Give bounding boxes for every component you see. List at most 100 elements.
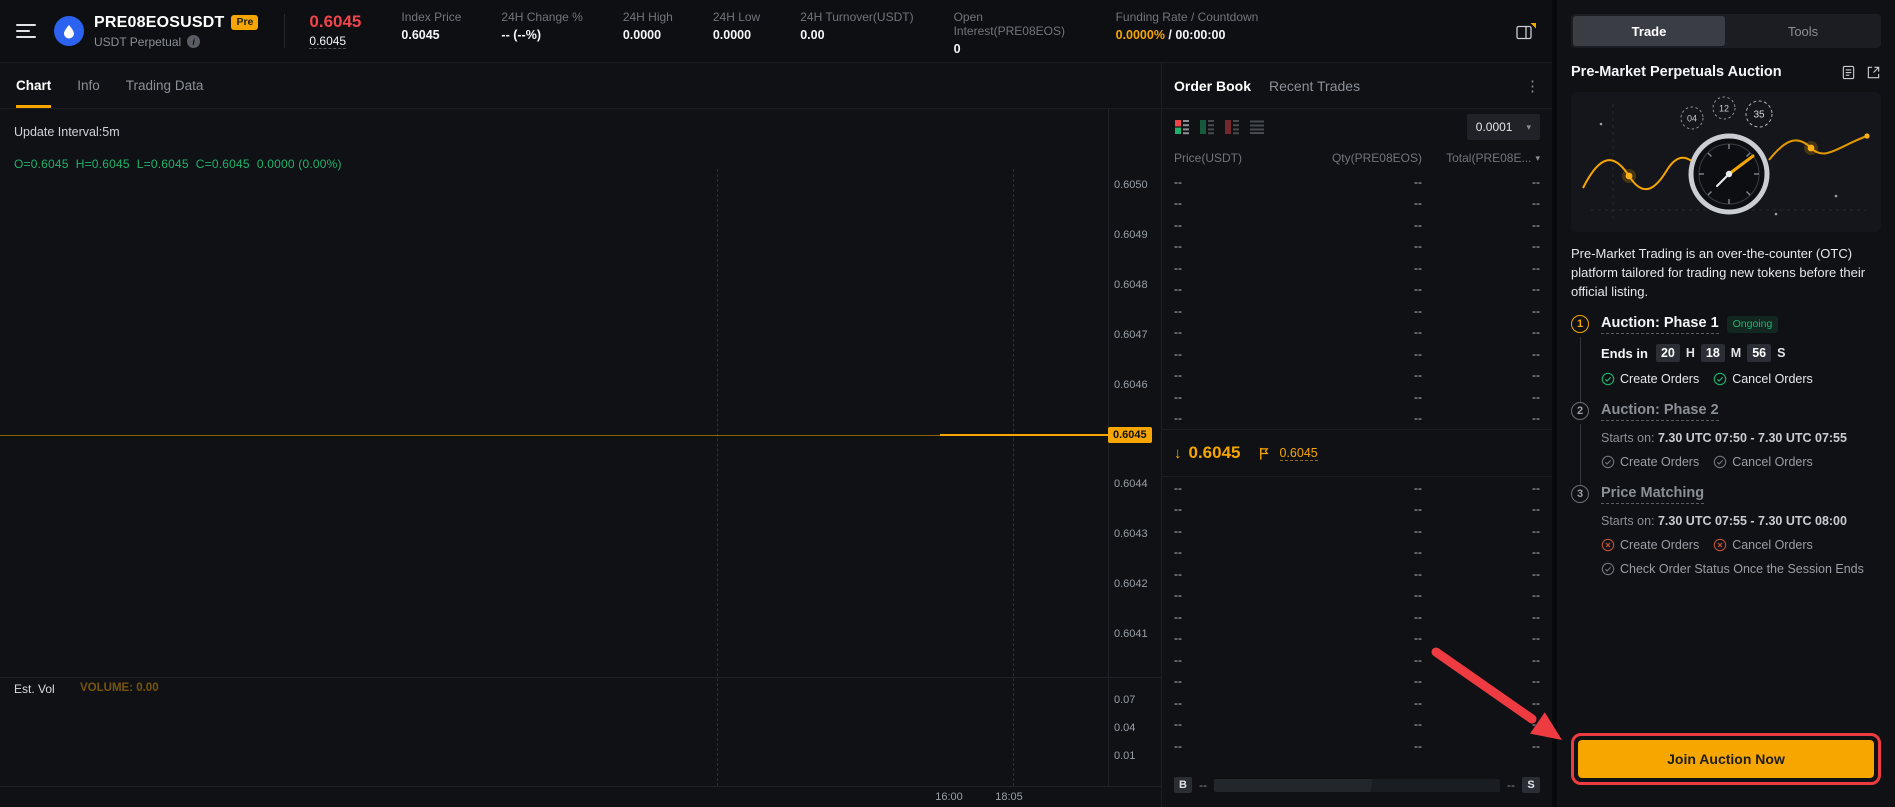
countdown: Ends in 20 H 18 M 56 S [1601,344,1881,362]
bid-row[interactable]: ------ [1162,499,1552,521]
col-total[interactable]: Total(PRE08E...▾ [1422,151,1540,165]
bid-row[interactable]: ------ [1162,520,1552,542]
step-phase-1: 1 Auction: Phase 1 Ongoing Ends in 20 H … [1571,315,1881,402]
stat-open-interest: Open Interest(PRE08EOS) 0 [954,8,1076,54]
ob-cell: -- [1422,567,1540,581]
ask-row[interactable]: ------ [1162,408,1552,430]
orderbook-columns: Price(USDT) Qty(PRE08EOS) Total(PRE08E..… [1162,145,1552,171]
ob-cell: -- [1422,304,1540,318]
bid-row[interactable]: ------ [1162,477,1552,499]
step-title[interactable]: Price Matching [1601,485,1704,504]
bid-row[interactable]: ------ [1162,542,1552,564]
flag-price[interactable]: 0.6045 [1280,446,1318,461]
tab-chart[interactable]: Chart [16,63,51,108]
ob-cell: -- [1422,261,1540,275]
ob-cell: -- [1312,502,1422,516]
ob-cell: -- [1312,545,1422,559]
ask-row[interactable]: ------ [1162,171,1552,193]
more-options-icon[interactable]: ⋮ [1525,77,1540,95]
tab-order-book[interactable]: Order Book [1174,78,1251,94]
ob-cell: -- [1422,610,1540,624]
volume-value: VOLUME: 0.00 [80,682,159,694]
ask-row[interactable]: ------ [1162,193,1552,215]
ask-row[interactable]: ------ [1162,386,1552,408]
bid-row[interactable]: ------ [1162,714,1552,736]
chart-panel: Chart Info Trading Data Update Interval:… [0,63,1162,807]
panel-tabs: Trade Tools [1571,14,1881,48]
ob-cell: -- [1422,282,1540,296]
sell-total: -- [1507,778,1515,792]
banner-badge: 12 [1719,104,1729,114]
x-circle-icon [1713,538,1727,552]
ob-cell: -- [1422,390,1540,404]
price-axis-border [1108,109,1109,786]
step-title[interactable]: Auction: Phase 2 [1601,402,1719,421]
tab-trade[interactable]: Trade [1573,16,1725,46]
chart-plot[interactable]: Update Interval:5m O=0.6045 H=0.6045 L=0… [0,109,1161,807]
view-both-icon[interactable] [1174,119,1190,135]
bid-row[interactable]: ------ [1162,692,1552,714]
symbol-name[interactable]: PRE08EOSUSDT [94,14,224,32]
view-bids-icon[interactable] [1199,119,1215,135]
symbol-block: PRE08EOSUSDT Pre USDT Perpetual i [94,14,258,49]
ask-row[interactable]: ------ [1162,214,1552,236]
menu-icon[interactable] [16,24,36,38]
flag-icon[interactable] [1258,447,1271,460]
ask-row[interactable]: ------ [1162,236,1552,258]
tab-recent-trades[interactable]: Recent Trades [1269,78,1360,94]
countdown-hours: 20 [1656,344,1680,362]
axis-label: 0.01 [1114,750,1160,762]
info-icon[interactable]: i [187,35,200,48]
tab-trading-data[interactable]: Trading Data [126,63,204,108]
bid-row[interactable]: ------ [1162,735,1552,757]
buy-sell-ratio-bar[interactable] [1214,779,1500,792]
ob-cell: -- [1174,567,1312,581]
ask-row[interactable]: ------ [1162,300,1552,322]
ask-row[interactable]: ------ [1162,257,1552,279]
ob-cell: -- [1174,282,1312,296]
ask-row[interactable]: ------ [1162,365,1552,387]
bid-row[interactable]: ------ [1162,628,1552,650]
bid-row[interactable]: ------ [1162,585,1552,607]
time-axis-label: 18:05 [987,791,1031,803]
layout-panel-icon[interactable] [1516,23,1536,40]
perm-cancel-orders: Cancel Orders [1713,372,1813,386]
ask-row[interactable]: ------ [1162,279,1552,301]
bid-row[interactable]: ------ [1162,649,1552,671]
last-price: 0.6045 [309,13,361,31]
perm-create-orders: Create Orders [1601,538,1699,552]
divider [284,14,285,48]
axis-label: 0.6046 [1114,379,1160,391]
step-title[interactable]: Auction: Phase 1 [1601,315,1719,334]
view-asks-icon[interactable] [1224,119,1240,135]
ask-row[interactable]: ------ [1162,343,1552,365]
tab-info[interactable]: Info [77,63,100,108]
current-price-tag: 0.6045 [1108,427,1152,443]
x-circle-icon [1601,538,1615,552]
ob-cell: -- [1174,304,1312,318]
ob-cell: -- [1174,481,1312,495]
document-icon[interactable] [1841,65,1856,80]
panel-title: Pre-Market Perpetuals Auction [1571,64,1782,80]
external-link-icon[interactable] [1866,65,1881,80]
ob-cell: -- [1174,739,1312,753]
ob-cell: -- [1312,567,1422,581]
sell-badge: S [1522,777,1540,793]
orderbook-last-price[interactable]: 0.6045 [1189,443,1241,463]
bid-row[interactable]: ------ [1162,671,1552,693]
view-list-icon[interactable] [1249,119,1265,135]
price-down-icon: ↓ [1174,445,1182,462]
bid-row[interactable]: ------ [1162,606,1552,628]
est-vol-label: Est. Vol [14,682,55,696]
tab-tools[interactable]: Tools [1727,16,1879,46]
stat-24h-turnover: 24H Turnover(USDT) 0.00 [800,8,913,54]
tick-size-select[interactable]: 0.0001 ▾ [1467,114,1540,140]
phase2-time: 7.30 UTC 07:50 - 7.30 UTC 07:55 [1658,431,1847,445]
ask-row[interactable]: ------ [1162,322,1552,344]
app: PRE08EOSUSDT Pre USDT Perpetual i 0.6045… [0,0,1895,807]
countdown-minutes: 18 [1701,344,1725,362]
axis-label: 0.6050 [1114,179,1160,191]
bid-row[interactable]: ------ [1162,563,1552,585]
join-auction-button[interactable]: Join Auction Now [1578,740,1874,778]
ob-cell: -- [1174,175,1312,189]
